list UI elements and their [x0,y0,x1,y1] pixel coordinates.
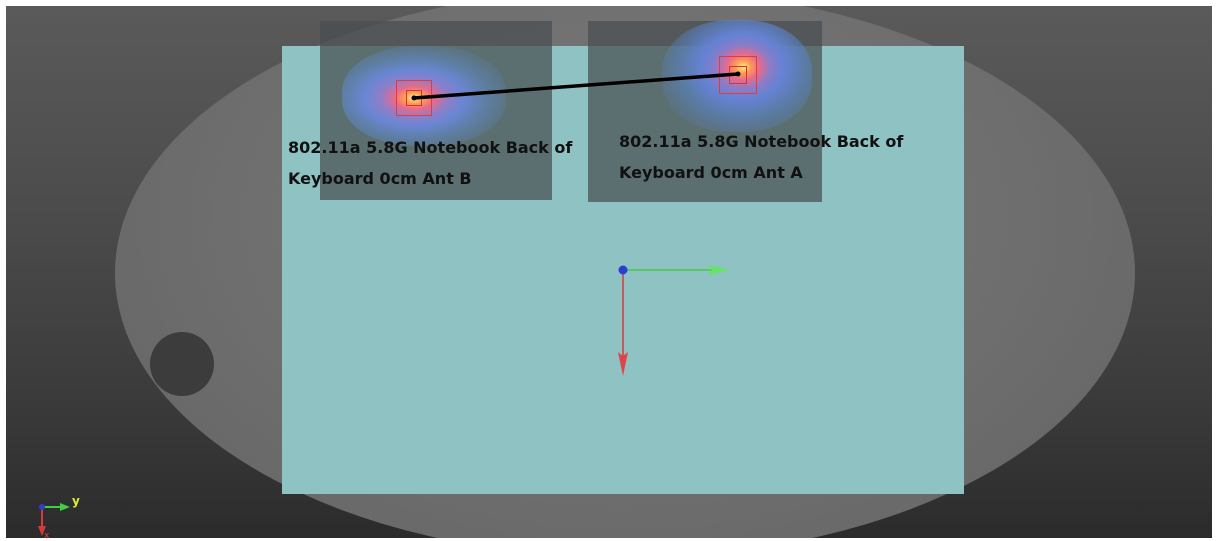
antenna-connector-line [412,72,740,100]
scene-overlay [411,71,741,376]
origin-axes [618,265,730,376]
triad-origin [39,504,45,510]
label-antenna-a: 802.11a 5.8G Notebook Back of Keyboard 0… [619,126,919,188]
orientation-triad: y x [32,490,92,538]
label-antenna-b-text: 802.11a 5.8G Notebook Back of Keyboard 0… [288,138,573,188]
triad-x-label: x [44,531,50,538]
label-antenna-b: 802.11a 5.8G Notebook Back of Keyboard 0… [288,132,573,194]
connector-endpoint-b [411,95,417,101]
origin-point [618,265,628,275]
connector-endpoint-a [735,71,741,77]
orientation-triad-svg: y x [38,494,80,538]
triad-y-label: y [72,494,80,508]
label-antenna-a-text: 802.11a 5.8G Notebook Back of Keyboard 0… [619,132,904,182]
3d-viewport[interactable]: 802.11a 5.8G Notebook Back of Keyboard 0… [6,6,1212,538]
triad-y-arrow-icon [60,503,70,511]
